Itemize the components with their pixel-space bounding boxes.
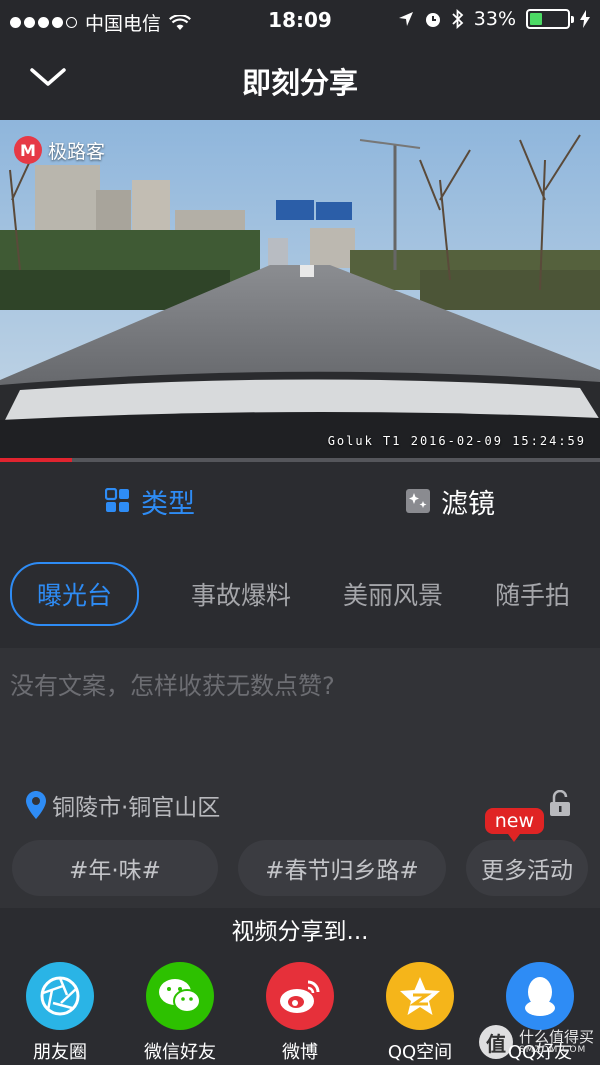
video-timestamp: Goluk T1 2016-02-09 15:24:59 xyxy=(327,434,586,448)
share-weibo-button[interactable]: 微博 xyxy=(245,962,355,1064)
category-list: 曝光台 事故爆料 美丽风景 随手拍 xyxy=(0,548,600,640)
qq-penguin-icon xyxy=(506,962,574,1030)
share-moments-button[interactable]: 朋友圈 xyxy=(5,962,115,1064)
more-activities-button[interactable]: 更多活动 new xyxy=(466,808,588,896)
category-item[interactable]: 随手拍 xyxy=(495,576,570,612)
status-right: 33% xyxy=(398,8,590,30)
tab-type-label: 类型 xyxy=(141,488,195,520)
video-logo: M 极路客 xyxy=(14,136,105,164)
weibo-icon xyxy=(266,962,334,1030)
battery-icon xyxy=(526,9,574,29)
bluetooth-icon xyxy=(452,9,464,29)
share-label: 微博 xyxy=(282,1042,318,1063)
caption-input[interactable]: 没有文案，怎样收获无数点赞? 铜陵市·铜官山区 #年·味# #春节归乡路# 更多… xyxy=(0,648,600,908)
caption-placeholder: 没有文案，怎样收获无数点赞? xyxy=(10,672,335,700)
page-title: 即刻分享 xyxy=(241,66,358,100)
tab-type[interactable]: 类型 xyxy=(0,462,300,540)
grid-icon xyxy=(105,488,129,512)
video-player[interactable]: M 极路客 Goluk T1 2016-02-09 15:24:59 xyxy=(0,120,600,458)
status-bar: 中国电信 18:09 33% xyxy=(0,0,600,40)
share-wechat-button[interactable]: 微信好友 xyxy=(125,962,235,1064)
video-frame xyxy=(0,120,600,458)
wechat-icon xyxy=(146,962,214,1030)
logo-text: 极路客 xyxy=(48,140,106,163)
battery-percent: 33% xyxy=(473,8,516,30)
unlock-icon[interactable] xyxy=(548,790,574,818)
location-arrow-icon xyxy=(398,12,413,26)
tab-filter-label: 滤镜 xyxy=(441,488,495,520)
category-item[interactable]: 美丽风景 xyxy=(343,576,443,612)
location-tag[interactable]: 铜陵市·铜官山区 xyxy=(26,788,220,822)
aperture-icon xyxy=(26,962,94,1030)
location-text: 铜陵市·铜官山区 xyxy=(52,795,221,821)
charging-icon xyxy=(580,10,590,28)
sparkle-icon xyxy=(406,489,430,513)
share-label: 微信好友 xyxy=(144,1042,216,1063)
activity-chip[interactable]: #年·味# xyxy=(12,840,218,896)
smzdm-watermark: 值 什么值得买 SMZDM.COM xyxy=(478,1025,594,1059)
alarm-icon xyxy=(425,13,440,27)
more-activities-label: 更多活动 xyxy=(481,858,573,884)
share-label: QQ空间 xyxy=(387,1042,453,1063)
tab-filter[interactable]: 滤镜 xyxy=(300,462,600,540)
watermark-text: 什么值得买 xyxy=(518,1028,594,1046)
category-item[interactable]: 事故爆料 xyxy=(191,576,291,612)
new-badge: new xyxy=(484,808,544,842)
map-pin-icon xyxy=(26,791,46,819)
mode-tabs: 类型 滤镜 xyxy=(0,462,600,540)
activity-chips: #年·味# #春节归乡路# 更多活动 new xyxy=(0,808,600,898)
watermark-logo-icon: 值 xyxy=(478,1025,513,1059)
watermark-sub: SMZDM.COM xyxy=(518,1045,587,1055)
category-item[interactable]: 曝光台 xyxy=(10,562,140,626)
share-targets: 朋友圈 微信好友 微博 QQ空间 QQ好友 值 什么值得买 SMZDM.COM xyxy=(0,962,600,1065)
nav-bar: 即刻分享 xyxy=(0,40,600,120)
share-label: 朋友圈 xyxy=(33,1042,87,1063)
qzone-star-icon xyxy=(386,962,454,1030)
goluk-logo-icon: M xyxy=(14,136,42,164)
share-heading: 视频分享到... xyxy=(231,919,369,945)
share-qzone-button[interactable]: QQ空间 xyxy=(365,962,475,1064)
activity-chip[interactable]: #春节归乡路# xyxy=(238,840,446,896)
